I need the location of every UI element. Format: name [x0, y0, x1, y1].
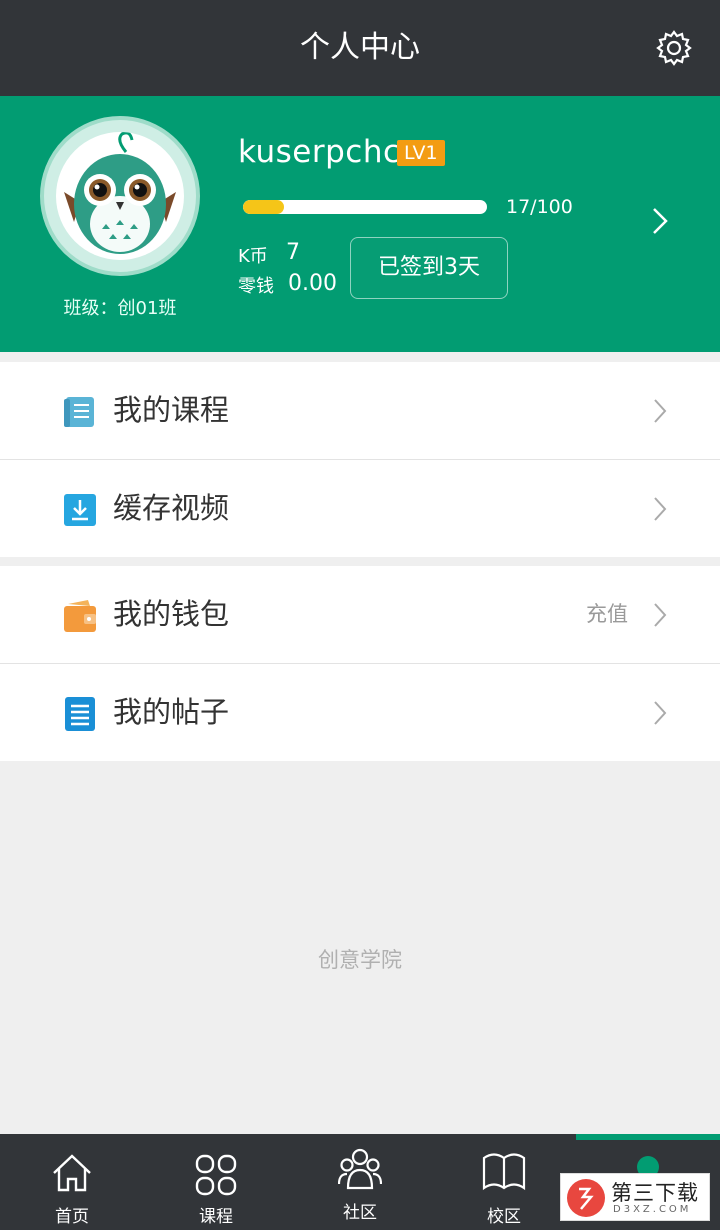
- watermark-logo: 第三下载 D3XZ.COM: [560, 1173, 710, 1221]
- nav-label: 校区: [487, 1207, 521, 1227]
- level-progress-bar: [243, 200, 487, 214]
- menu-item-my-courses[interactable]: 我的课程: [0, 362, 720, 460]
- avatar[interactable]: [40, 116, 200, 276]
- gear-icon[interactable]: [656, 30, 692, 66]
- class-label: 班级：创01班: [63, 298, 177, 319]
- campus-book-icon: [482, 1153, 526, 1191]
- chevron-right-icon: [654, 701, 667, 725]
- menu-label: 我的课程: [113, 393, 230, 427]
- level-badge: LV1: [397, 140, 445, 166]
- download-icon: [64, 494, 96, 526]
- username: kuserpchc: [238, 134, 401, 170]
- watermark-subtitle: D3XZ.COM: [613, 1204, 692, 1215]
- level-progress-text: 17/100: [506, 196, 573, 218]
- nav-label: 课程: [199, 1207, 233, 1227]
- watermark-icon: [567, 1179, 605, 1217]
- top-bar: 个人中心: [0, 0, 720, 96]
- home-icon: [53, 1154, 91, 1192]
- menu-group-learning: 我的课程 缓存视频: [0, 362, 720, 557]
- kbi-value: 7: [286, 240, 300, 265]
- watermark-title: 第三下载: [611, 1181, 699, 1205]
- course-book-icon: [64, 397, 94, 427]
- menu-item-my-posts[interactable]: 我的帖子: [0, 664, 720, 761]
- wallet-icon: [64, 600, 96, 632]
- checkin-button[interactable]: 已签到3天: [350, 237, 508, 299]
- nav-tab-community[interactable]: 社区: [288, 1134, 432, 1230]
- post-document-icon: [65, 697, 95, 731]
- profile-header[interactable]: 班级：创01班 kuserpchc LV1 17/100 K币 7 零钱 0.0…: [0, 96, 720, 352]
- level-progress-fill: [243, 200, 285, 214]
- nav-tab-campus[interactable]: 校区: [432, 1134, 576, 1230]
- nav-label: 首页: [55, 1207, 89, 1227]
- menu-label: 我的帖子: [113, 695, 230, 729]
- footer-brand: 创意学院: [318, 948, 402, 972]
- change-label: 零钱: [238, 276, 274, 297]
- chevron-right-icon: [654, 603, 667, 627]
- nav-label: 社区: [343, 1203, 377, 1223]
- menu-label: 我的钱包: [113, 597, 230, 631]
- chevron-right-icon: [654, 497, 667, 521]
- owl-avatar-image: [56, 132, 184, 260]
- menu-group-account: 我的钱包 充值 我的帖子: [0, 566, 720, 761]
- community-icon: [338, 1148, 382, 1190]
- chevron-right-icon[interactable]: [650, 206, 670, 236]
- menu-label: 缓存视频: [113, 491, 230, 525]
- menu-item-cached-videos[interactable]: 缓存视频: [0, 460, 720, 557]
- nav-tab-home[interactable]: 首页: [0, 1134, 144, 1230]
- page-title: 个人中心: [300, 30, 420, 65]
- nav-tab-courses[interactable]: 课程: [144, 1134, 288, 1230]
- change-value: 0.00: [288, 271, 337, 296]
- grid-icon: [195, 1154, 237, 1196]
- menu-item-my-wallet[interactable]: 我的钱包 充值: [0, 566, 720, 664]
- kbi-label: K币: [238, 246, 268, 267]
- recharge-link[interactable]: 充值: [586, 566, 628, 663]
- chevron-right-icon: [654, 399, 667, 423]
